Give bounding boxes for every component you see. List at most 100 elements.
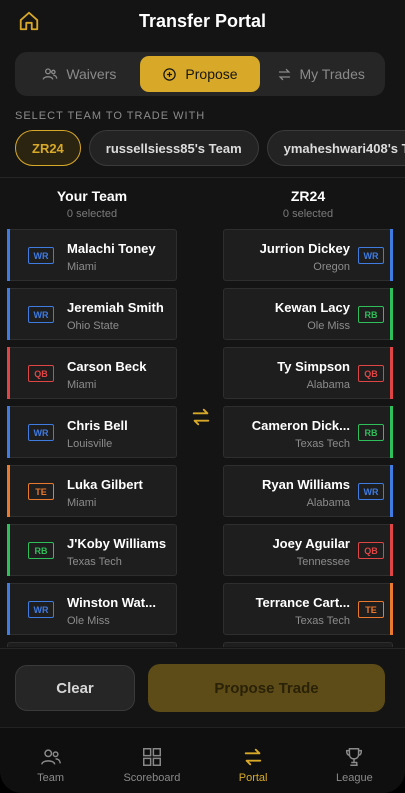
team-chip-ymaheshwari408[interactable]: ymaheshwari408's Team xyxy=(266,130,405,166)
page-title: Transfer Portal xyxy=(138,10,267,31)
player-name: Malachi Toney xyxy=(67,241,156,256)
player-name: Kewan Lacy xyxy=(274,300,350,315)
player-card[interactable]: WR Jurrion Dickey Oregon xyxy=(223,229,393,281)
player-school: Oregon xyxy=(313,261,350,273)
position-badge: WR xyxy=(28,601,54,618)
header: Transfer Portal xyxy=(0,0,405,42)
player-school: Ohio State xyxy=(67,320,119,332)
nav-team[interactable]: Team xyxy=(0,728,101,793)
player-card[interactable]: WR Malachi Toney Miami xyxy=(7,229,177,281)
users-icon xyxy=(42,68,58,80)
position-color-bar xyxy=(7,583,10,635)
player-school: Louisville xyxy=(67,438,113,450)
position-badge: QB xyxy=(358,542,384,559)
player-name: Jurrion Dickey xyxy=(259,241,350,256)
position-badge: WR xyxy=(358,483,384,500)
bottom-nav: Team Scoreboard Portal League xyxy=(0,727,405,793)
player-school: Texas Tech xyxy=(295,615,350,627)
player-card[interactable]: RB Cameron Dick... Texas Tech xyxy=(223,406,393,458)
mode-tabs: Waivers Propose My Trades xyxy=(15,52,385,96)
position-badge: WR xyxy=(28,306,54,323)
team-icon xyxy=(40,749,61,765)
position-color-bar xyxy=(7,406,10,458)
position-badge: TE xyxy=(28,483,54,500)
swap-icon xyxy=(278,68,290,80)
trophy-icon xyxy=(346,748,363,766)
position-color-bar xyxy=(390,347,393,399)
position-color-bar xyxy=(390,583,393,635)
position-color-bar xyxy=(7,524,10,576)
team-chip-zr24[interactable]: ZR24 xyxy=(15,130,81,166)
player-school: Ole Miss xyxy=(67,615,110,627)
tab-propose[interactable]: Propose xyxy=(139,56,261,92)
position-color-bar xyxy=(7,465,10,517)
their-team-title: ZR24 xyxy=(290,188,326,204)
app-root: Transfer Portal Waivers Propose My Trade… xyxy=(0,0,405,793)
player-card[interactable]: WR Winston Wat... Ole Miss xyxy=(7,583,177,635)
player-name: Joey Aguilar xyxy=(272,536,350,551)
player-name: Ryan Williams xyxy=(261,477,350,492)
player-name: Jeremiah Smith xyxy=(67,300,164,315)
your-team-header: Your Team 0 selected xyxy=(7,188,177,220)
nav-portal-label: Portal xyxy=(238,772,268,784)
position-color-bar xyxy=(390,229,393,281)
your-team-title: Your Team xyxy=(56,188,128,204)
tab-my-trades[interactable]: My Trades xyxy=(260,56,381,92)
position-color-bar xyxy=(390,465,393,517)
position-badge: RB xyxy=(358,306,384,323)
clear-button[interactable]: Clear xyxy=(15,665,135,711)
nav-scoreboard[interactable]: Scoreboard xyxy=(101,728,202,793)
player-school: Miami xyxy=(67,497,97,509)
their-team-header: ZR24 0 selected xyxy=(223,188,393,220)
player-school: Tennessee xyxy=(296,556,350,568)
tab-my-trades-label: My Trades xyxy=(299,66,365,82)
position-badge: RB xyxy=(28,542,54,559)
player-card[interactable]: RB J'Koby Williams Texas Tech xyxy=(7,524,177,576)
nav-portal[interactable]: Portal xyxy=(203,728,304,793)
player-card[interactable]: WR Jeremiah Smith Ohio State xyxy=(7,288,177,340)
nav-team-label: Team xyxy=(37,772,65,784)
player-card[interactable]: TE Terrance Cart... Texas Tech xyxy=(223,583,393,635)
position-color-bar xyxy=(7,347,10,399)
position-badge: TE xyxy=(358,601,384,618)
trade-swap-icon xyxy=(192,408,210,426)
player-name: Luka Gilbert xyxy=(67,477,143,492)
player-card[interactable]: QB Carson Beck Miami xyxy=(7,347,177,399)
player-name: Cameron Dick... xyxy=(251,418,350,433)
position-color-bar xyxy=(390,288,393,340)
player-card[interactable]: WR Ryan Williams Alabama xyxy=(223,465,393,517)
team-chip-russellsiess85[interactable]: russellsiess85's Team xyxy=(88,130,259,166)
position-badge: RB xyxy=(358,424,384,441)
team-chips: ZR24 russellsiess85's Team ymaheshwari40… xyxy=(15,130,405,168)
nav-league[interactable]: League xyxy=(304,728,405,793)
tab-waivers[interactable]: Waivers xyxy=(19,56,140,92)
home-button[interactable] xyxy=(16,8,42,34)
player-card[interactable]: QB Ty Simpson Alabama xyxy=(223,347,393,399)
their-team-selected-count: 0 selected xyxy=(282,208,334,220)
position-badge: WR xyxy=(28,247,54,264)
player-school: Alabama xyxy=(306,379,350,391)
tab-propose-label: Propose xyxy=(185,66,238,82)
player-card[interactable]: RB Kewan Lacy Ole Miss xyxy=(223,288,393,340)
nav-league-label: League xyxy=(336,772,373,784)
your-team-selected-count: 0 selected xyxy=(66,208,118,220)
propose-trade-button[interactable]: Propose Trade xyxy=(148,664,385,712)
footer-divider xyxy=(0,648,405,649)
player-card[interactable]: QB Joey Aguilar Tennessee xyxy=(223,524,393,576)
player-card[interactable]: WR Chris Bell Louisville xyxy=(7,406,177,458)
player-card[interactable]: TE Luka Gilbert Miami xyxy=(7,465,177,517)
scoreboard-icon xyxy=(142,748,161,766)
player-school: Alabama xyxy=(306,497,350,509)
plus-circle-icon xyxy=(163,67,177,81)
player-school: Ole Miss xyxy=(307,320,350,332)
player-school: Miami xyxy=(67,261,97,273)
position-badge: QB xyxy=(28,365,54,382)
tab-waivers-label: Waivers xyxy=(66,66,117,82)
position-badge: WR xyxy=(358,247,384,264)
player-name: J'Koby Williams xyxy=(67,536,167,551)
player-card-partial[interactable] xyxy=(7,642,177,647)
position-badge: QB xyxy=(358,365,384,382)
home-icon xyxy=(19,11,39,31)
player-card-partial[interactable] xyxy=(223,642,393,647)
player-name: Ty Simpson xyxy=(277,359,350,374)
